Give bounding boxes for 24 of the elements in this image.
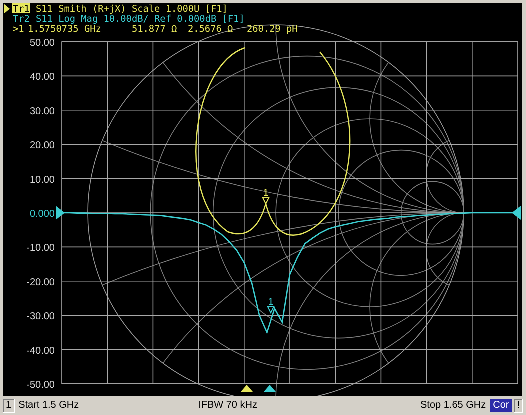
correction-badge: Cor — [490, 399, 512, 412]
marker-readout: 260.29 pH — [247, 24, 298, 35]
marker-readout: 1.5750735 GHz — [28, 24, 102, 35]
marker-number: 1 — [268, 297, 274, 308]
axis-label: 50.00 — [30, 38, 55, 49]
axis-label: 20.00 — [30, 140, 55, 152]
axis-label: -30.00 — [26, 312, 55, 323]
axis-label: 40.00 — [30, 72, 55, 84]
axis-label: -40.00 — [26, 346, 55, 357]
trace-description: S11 Smith (R+jX) Scale 1.000U [F1] — [36, 4, 228, 15]
start-frequency: Start 1.5 GHz — [18, 400, 80, 411]
warning-indicator: ! — [514, 398, 523, 412]
stop-frequency: Stop 1.65 GHz — [420, 400, 486, 411]
trace-description: S11 Log Mag 10.00dB/ Ref 0.000dB [F1] — [36, 14, 245, 25]
axis-label: -10.00 — [26, 243, 55, 254]
marker-number: 1 — [263, 188, 269, 199]
axis-label: 30.00 — [30, 106, 55, 118]
axis-label: 10.00 — [30, 174, 55, 186]
axis-label: 0.000 — [30, 209, 55, 220]
if-bandwidth: IFBW 70 kHz — [198, 400, 258, 411]
axis-label: -50.00 — [26, 380, 55, 391]
axis-label: -20.00 — [26, 277, 55, 288]
marker-readout: >1 — [13, 24, 24, 35]
marker-readout: 51.877 Ω — [132, 24, 178, 35]
